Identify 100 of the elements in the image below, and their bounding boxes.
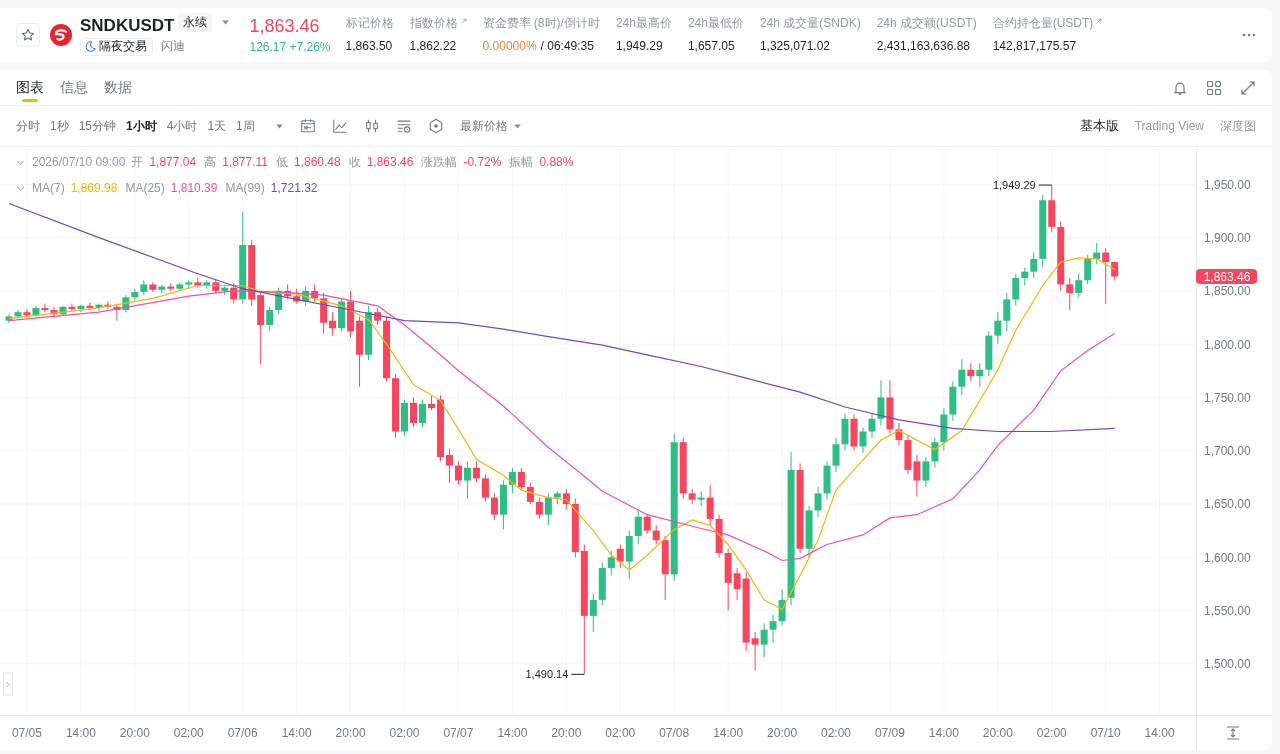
- time-axis-label: 07/05: [11, 726, 42, 740]
- contract-type-tag: 永续: [178, 13, 213, 32]
- legend-value: 1,810.39: [170, 181, 218, 195]
- time-axis-label: 07/07: [443, 726, 474, 740]
- logo-icon: [50, 24, 72, 46]
- price-axis-label: 1,850.00: [1204, 284, 1251, 299]
- time-axis-label: 02:00: [173, 726, 204, 740]
- stat-value: 2,431,163,636.88: [876, 39, 971, 54]
- stat-value: 1,863.50: [345, 39, 393, 54]
- price-axis-label: 1,700.00: [1204, 444, 1251, 459]
- price-axis-label: 1,550.00: [1204, 604, 1251, 619]
- interval-tab[interactable]: 1天: [207, 117, 227, 135]
- interval-tab[interactable]: 1秒: [50, 117, 69, 135]
- stat-value: 0.00000%: [482, 39, 537, 54]
- price-axis-label: 1,900.00: [1204, 231, 1251, 246]
- company-name: 闪迪: [161, 38, 185, 55]
- view-tab[interactable]: 基本版: [1079, 117, 1119, 135]
- arrow-icon[interactable]: [1096, 18, 1103, 24]
- stat-value: 1,325,071.02: [759, 39, 830, 54]
- time-axis-label: 20:00: [551, 726, 582, 740]
- calendar-icon[interactable]: [299, 118, 316, 134]
- time-axis-label: 20:00: [119, 726, 150, 740]
- candlestick-icon[interactable]: [363, 118, 380, 134]
- stat-label: 24h最高价: [615, 16, 672, 31]
- countdown: / 06:49:35: [540, 39, 594, 54]
- vertical-arrows-icon[interactable]: [1226, 726, 1240, 740]
- stat-value: 1,862.22: [409, 39, 457, 54]
- legend-value: 1,869.98: [70, 181, 118, 195]
- time-axis-label: 07/09: [874, 726, 905, 740]
- caret-icon[interactable]: [221, 20, 231, 25]
- price-axis-label: 1,750.00: [1204, 390, 1251, 405]
- last-price-tag: 1,863.46: [1196, 269, 1257, 284]
- stat-value: 1,657.05: [687, 39, 735, 54]
- stat-label: 24h 成交量(SNDK): [759, 16, 861, 31]
- interval-tab[interactable]: 15分钟: [78, 117, 117, 135]
- symbol-name: SNDKUSDT: [80, 15, 175, 36]
- time-axis-label: 14:00: [497, 726, 528, 740]
- price-change: 126.17 +7.26%: [249, 39, 331, 55]
- legend-label: 开: [131, 153, 144, 171]
- legend-value: -0.72%: [463, 155, 502, 169]
- last-price: 1,863.46: [249, 15, 321, 37]
- tab[interactable]: 信息: [60, 70, 88, 105]
- price-axis-label: 1,950.00: [1204, 177, 1251, 192]
- target-icon[interactable]: [427, 118, 444, 134]
- interval-tab[interactable]: 4小时: [166, 117, 198, 135]
- line-chart-icon[interactable]: [331, 118, 348, 134]
- chevron-right-icon: [6, 680, 10, 688]
- candle: [428, 394, 435, 411]
- interval-tab[interactable]: 分时: [16, 117, 40, 135]
- legend-label: MA(7): [32, 181, 65, 195]
- interval-tab[interactable]: 1周: [236, 117, 255, 135]
- tab[interactable]: 图表: [16, 70, 44, 105]
- legend-label: MA(99): [225, 181, 265, 195]
- caret-icon[interactable]: [274, 123, 284, 129]
- time-axis-label: 20:00: [982, 726, 1013, 740]
- annotation: 1,949.29: [992, 179, 1036, 192]
- legend-value: 1,877.04: [149, 155, 197, 169]
- time-axis-label: 02:00: [605, 726, 636, 740]
- legend-label: MA(25): [125, 181, 165, 195]
- legend-value: 1,721.32: [270, 181, 318, 195]
- candle: [419, 399, 426, 428]
- time-axis-label: 02:00: [389, 726, 420, 740]
- time-axis-label: 20:00: [335, 726, 366, 740]
- time-axis-label: 07/08: [659, 726, 690, 740]
- legend-label: 涨跌幅: [421, 153, 458, 171]
- time-axis-label: 14:00: [65, 726, 96, 740]
- time-axis-label: 02:00: [821, 726, 852, 740]
- arrow-icon[interactable]: [460, 18, 467, 24]
- view-tab[interactable]: Trading View: [1134, 117, 1204, 135]
- time-axis-label: 07/10: [1090, 726, 1121, 740]
- legend-value: 1,877.11: [222, 155, 268, 169]
- moon-icon: [85, 41, 96, 52]
- price-axis-label: 1,600.00: [1204, 550, 1251, 565]
- time-axis-label: 07/06: [227, 726, 258, 740]
- price-source-dropdown[interactable]: 最新价格: [459, 117, 522, 135]
- tab[interactable]: 数据: [104, 70, 132, 105]
- stat-value: 142,817,175.57: [992, 39, 1077, 54]
- stat-label: 24h 成交额(USDT): [876, 16, 977, 31]
- time-axis-label: 14:00: [1144, 726, 1175, 740]
- legend-label: 振幅: [509, 153, 534, 171]
- layout-icon[interactable]: [1206, 79, 1222, 96]
- candle: [410, 396, 417, 428]
- stat-label: 指数价格: [409, 16, 458, 31]
- candle-time: 2026/07/10 09:00: [32, 155, 126, 169]
- legend-value: 1,860.48: [293, 155, 341, 169]
- view-tab[interactable]: 深度图: [1220, 117, 1256, 135]
- favorite-button[interactable]: [16, 23, 40, 47]
- interval-tab[interactable]: 1小时: [126, 117, 157, 135]
- legend-label: 收: [348, 153, 361, 171]
- time-axis-label: 14:00: [928, 726, 959, 740]
- side-panel-handle[interactable]: [3, 672, 13, 696]
- time-axis-label: 14:00: [281, 726, 312, 740]
- overnight-trading-button[interactable]: 隔夜交易: [80, 37, 153, 56]
- stat-label: 合约持仓量(USDT): [992, 16, 1094, 31]
- more-icon: [1242, 33, 1256, 37]
- time-axis-label: 14:00: [713, 726, 744, 740]
- price-axis-label: 1,650.00: [1204, 497, 1251, 512]
- lines-with-circle-icon[interactable]: [395, 118, 412, 134]
- expand-icon[interactable]: [1240, 79, 1256, 96]
- stat-value: 1,949.29: [615, 39, 663, 54]
